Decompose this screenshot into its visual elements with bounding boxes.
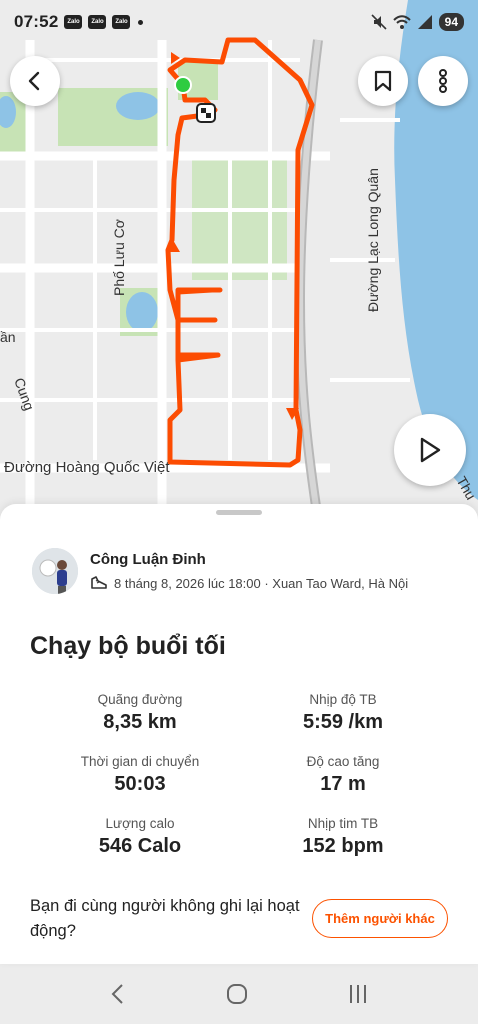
nav-home-icon[interactable] — [225, 982, 249, 1006]
activity-sheet: Công Luận Đinh 8 tháng 8, 2026 lúc 18:00… — [0, 504, 478, 964]
running-shoe-icon — [91, 576, 107, 589]
nav-back-icon[interactable] — [108, 983, 128, 1005]
bookmark-icon — [374, 70, 392, 92]
avatar[interactable] — [32, 548, 78, 594]
stat-value: 50:03 — [114, 773, 166, 795]
stat-avg-heart-rate: Nhịp tim TB 152 bpm — [243, 816, 443, 858]
stat-label: Nhịp tim TB — [307, 816, 379, 831]
zalo-notification-icon: Zalo — [88, 15, 107, 29]
athlete-header[interactable]: Công Luận Đinh 8 tháng 8, 2026 lúc 18:00… — [32, 548, 408, 594]
more-vertical-icon — [439, 69, 447, 93]
stat-value: 546 Calo — [98, 835, 182, 857]
start-marker — [174, 76, 192, 94]
stat-label: Nhịp độ TB — [309, 692, 377, 707]
zalo-notification-icon: Zalo — [112, 15, 131, 29]
zalo-notification-icon: Zalo — [64, 15, 83, 29]
chevron-left-icon — [28, 71, 40, 91]
play-icon — [420, 437, 441, 463]
save-route-button[interactable] — [358, 56, 408, 106]
stat-avg-pace: Nhịp độ TB 5:59 /km — [243, 692, 443, 734]
stat-label: Độ cao tăng — [306, 754, 380, 769]
map-label-hoang-quoc-viet: Đường Hoàng Quốc Việt — [4, 459, 170, 476]
avatar-photo — [32, 548, 78, 594]
stat-label: Thời gian di chuyển — [80, 754, 200, 769]
stat-label: Lượng calo — [105, 816, 175, 831]
nav-recents-icon[interactable] — [346, 983, 370, 1005]
stat-calories: Lượng calo 546 Calo — [40, 816, 240, 858]
activity-date-location: 8 tháng 8, 2026 lúc 18:00 · Xuan Tao War… — [114, 575, 409, 591]
stat-elevation-gain: Độ cao tăng 17 m — [243, 754, 443, 796]
signal-icon — [417, 15, 432, 29]
stat-value: 17 m — [320, 773, 366, 795]
more-notifications-dot — [138, 19, 144, 25]
wifi-icon — [392, 15, 411, 29]
stat-label: Quãng đường — [97, 692, 183, 707]
park-area — [192, 160, 287, 280]
stat-distance: Quãng đường 8,35 km — [40, 692, 240, 734]
athlete-name[interactable]: Công Luận Đinh — [90, 551, 408, 568]
map-label-an: ần — [0, 329, 16, 345]
companion-prompt: Bạn đi cùng người không ghi lại hoạt độn… — [30, 897, 300, 940]
map-label-lac-long-quan: Đường Lạc Long Quân — [365, 168, 381, 312]
small-lake — [126, 292, 158, 332]
battery-indicator: 94 — [438, 13, 464, 31]
finish-marker — [196, 103, 216, 123]
more-options-button[interactable] — [418, 56, 468, 106]
back-button[interactable] — [10, 56, 60, 106]
activity-title: Chạy bộ buổi tối — [30, 632, 226, 660]
system-nav-bar — [0, 964, 478, 1024]
small-lake — [116, 92, 160, 120]
drag-handle[interactable] — [216, 510, 262, 515]
stat-moving-time: Thời gian di chuyển 50:03 — [40, 754, 240, 796]
add-others-button[interactable]: Thêm người khác — [312, 899, 448, 938]
play-flyover-button[interactable] — [394, 414, 466, 486]
clock: 07:52 — [14, 12, 59, 31]
stat-value: 5:59 /km — [302, 711, 384, 733]
stat-value: 8,35 km — [103, 711, 177, 733]
mute-icon — [371, 14, 387, 30]
stat-value: 152 bpm — [302, 835, 384, 857]
status-bar: 07:52 Zalo Zalo Zalo 94 — [0, 0, 478, 44]
map-label-luu-co: Phố Lưu Cơ — [111, 219, 127, 296]
